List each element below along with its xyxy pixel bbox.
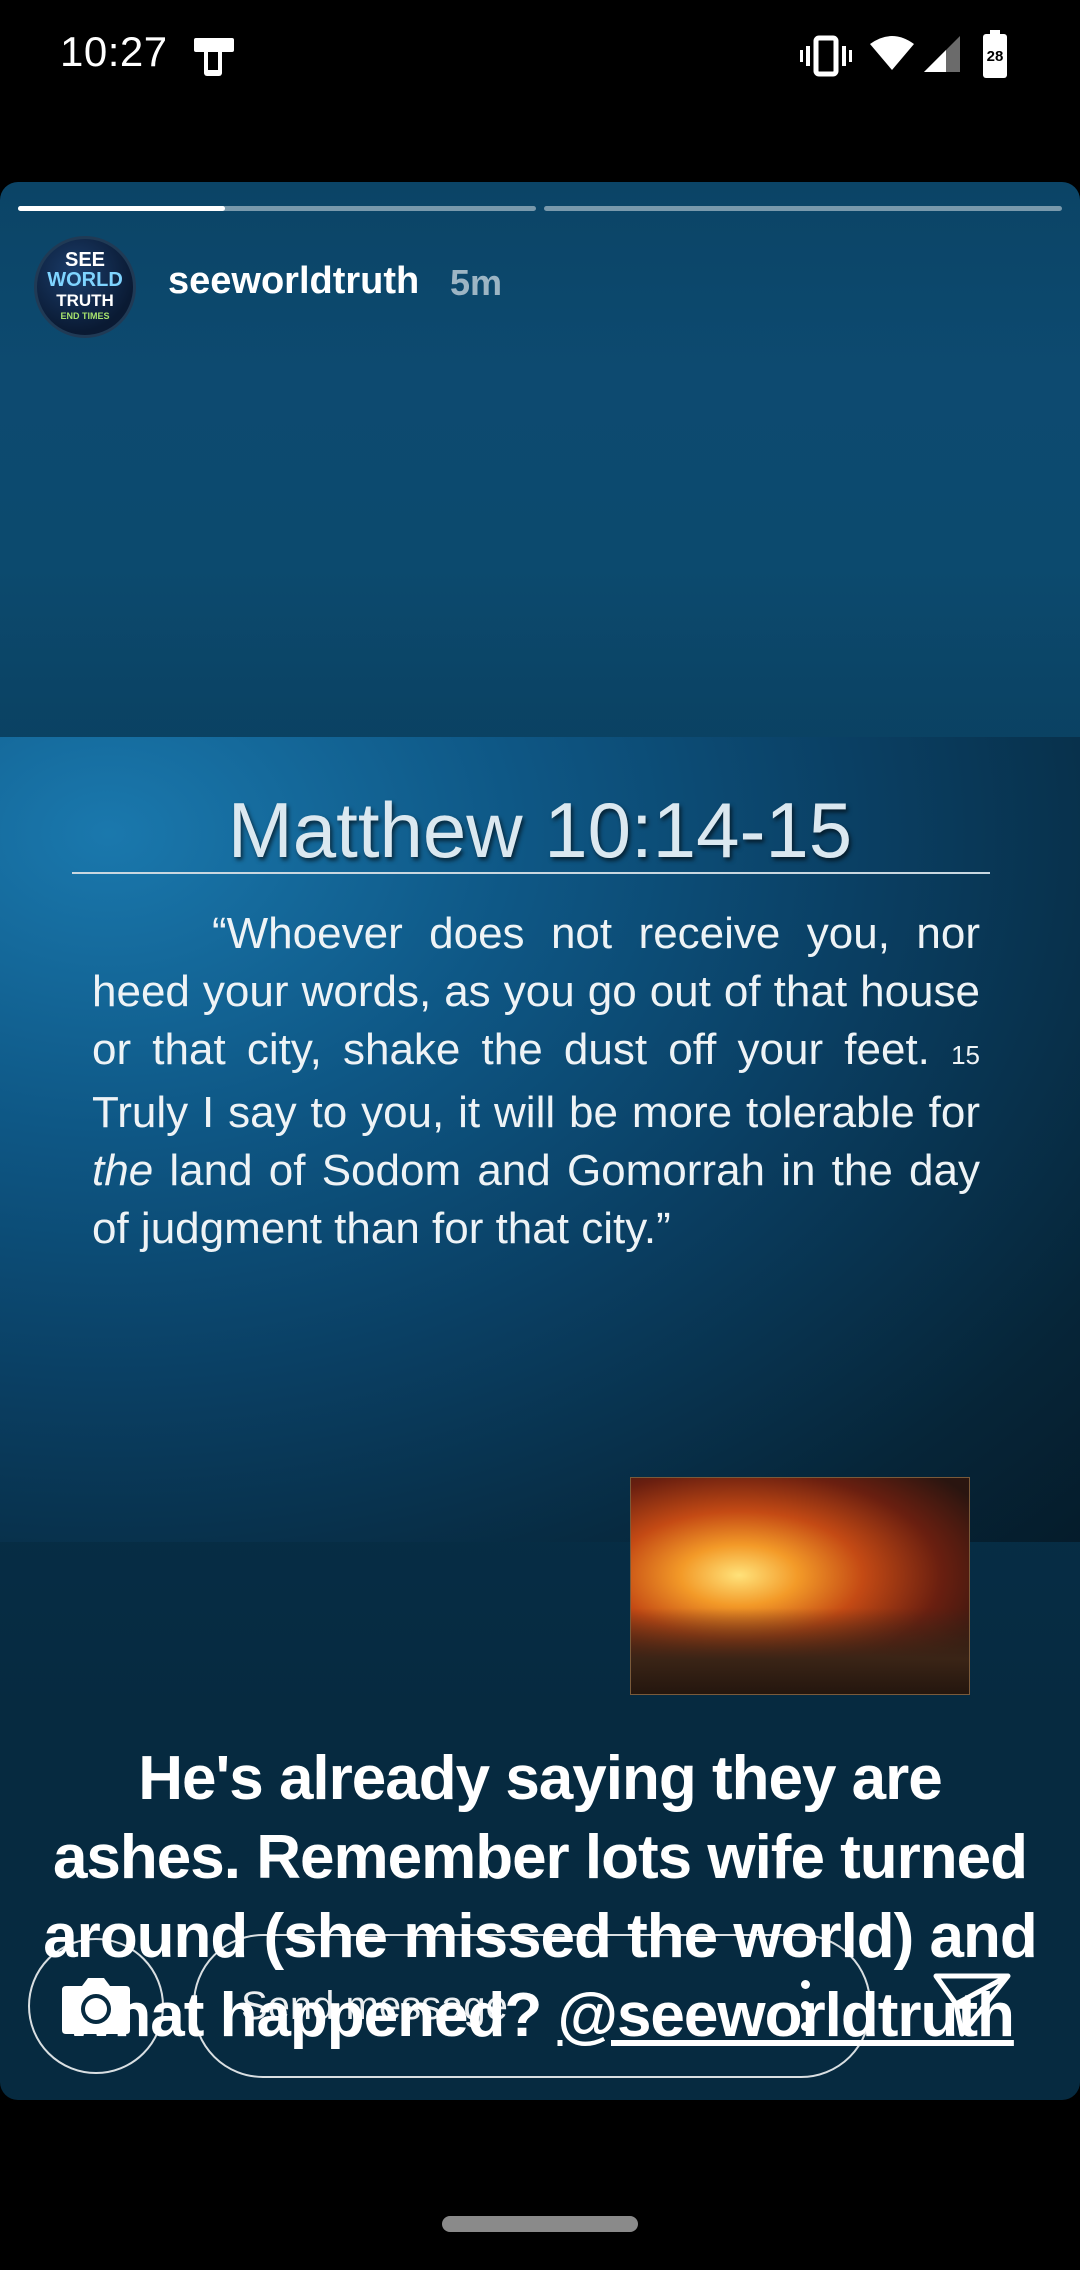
more-options-icon[interactable] (801, 1980, 811, 2032)
camera-button[interactable] (28, 1938, 164, 2074)
verse-number: 15 (951, 1040, 980, 1070)
verse-text: “Whoever does not receive you, nor heed … (92, 905, 980, 1258)
painting-ground (631, 1607, 969, 1694)
divider (72, 872, 990, 874)
username[interactable]: seeworldtruth (168, 260, 419, 303)
avatar[interactable]: SEE WORLD TRUTH END TIMES (34, 236, 136, 338)
verse-part: “Whoever does not receive you, nor heed … (92, 909, 980, 1074)
vibrate-icon (800, 35, 852, 77)
wifi-icon (870, 36, 914, 70)
home-indicator[interactable] (442, 2216, 638, 2232)
cell-signal-icon (924, 36, 960, 72)
battery-level: 28 (986, 48, 1004, 65)
post-time: 5m (450, 262, 503, 303)
camera-icon (62, 1978, 130, 2034)
send-message-input[interactable]: Send message (193, 1934, 871, 2078)
story-viewer[interactable]: SEE WORLD TRUTH END TIMES seeworldtruth … (0, 182, 1080, 2100)
verse-part: land of Sodom and Gomorrah in the day of… (92, 1146, 980, 1253)
story-image: Matthew 10:14-15 “Whoever does not recei… (0, 737, 1080, 1695)
verse-part-italic: the (92, 1146, 154, 1195)
story-progress-bar-1 (18, 206, 536, 211)
status-time: 10:27 (60, 28, 168, 75)
send-icon[interactable] (932, 1968, 1012, 2040)
progress-fill (18, 206, 226, 211)
message-placeholder: Send message (241, 1984, 508, 2028)
story-progress-bar-2 (544, 206, 1062, 211)
avatar-logo-text: WORLD (47, 269, 123, 291)
avatar-logo-text: END TIMES (60, 311, 110, 321)
slide-title: Matthew 10:14-15 (227, 786, 853, 874)
screenshot-device-icon (194, 38, 234, 76)
status-bar: 10:27 28 (0, 0, 1080, 112)
sodom-painting (630, 1477, 970, 1695)
avatar-logo-text: TRUTH (56, 291, 114, 310)
verse-part: Truly I say to you, it will be more tole… (92, 1088, 980, 1137)
